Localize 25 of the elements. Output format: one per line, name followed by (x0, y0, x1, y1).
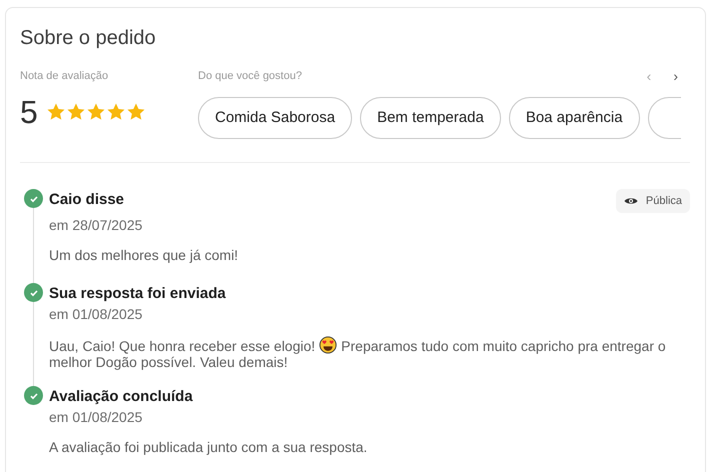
star-icon (126, 102, 146, 122)
event-title: Caio disse (49, 190, 124, 210)
event-title: Avaliação concluída (49, 387, 193, 407)
heart-eyes-emoji-icon (319, 336, 338, 354)
event-date: em 01/08/2025 (49, 408, 144, 427)
eye-icon (624, 196, 638, 206)
event-message: A avaliação foi publicada junto com a sua resposta. (49, 439, 368, 455)
star-icon (46, 102, 66, 122)
next-button[interactable]: › (671, 68, 680, 84)
star-icon (66, 102, 86, 122)
rating-value: 5 (20, 94, 38, 130)
event-date: em 01/08/2025 (49, 305, 144, 324)
badge-label: Pública (646, 194, 682, 209)
event-title: Sua resposta foi enviada (49, 284, 226, 304)
star-icon (86, 102, 106, 122)
event-date: em 28/07/2025 (49, 216, 144, 235)
section-title: Sobre o pedido (20, 26, 157, 50)
tag-chip[interactable]: Comida Saborosa (198, 97, 352, 139)
star-icon (106, 102, 126, 122)
tag-chip[interactable]: Bem temperada (360, 97, 501, 139)
rating-label: Nota de avaliação (20, 69, 110, 84)
tag-chip[interactable]: Boa aparência (508, 97, 640, 139)
event-message: Uau, Caio! Que honra receber esse elogio! Preparamos tudo com muito capricho pra entregar o melhor Dogão possível. Valeu demais! (49, 336, 667, 370)
event-message: Um dos melhores que já comi! (49, 247, 240, 263)
likes-label: Do que você gostou? (198, 69, 302, 84)
